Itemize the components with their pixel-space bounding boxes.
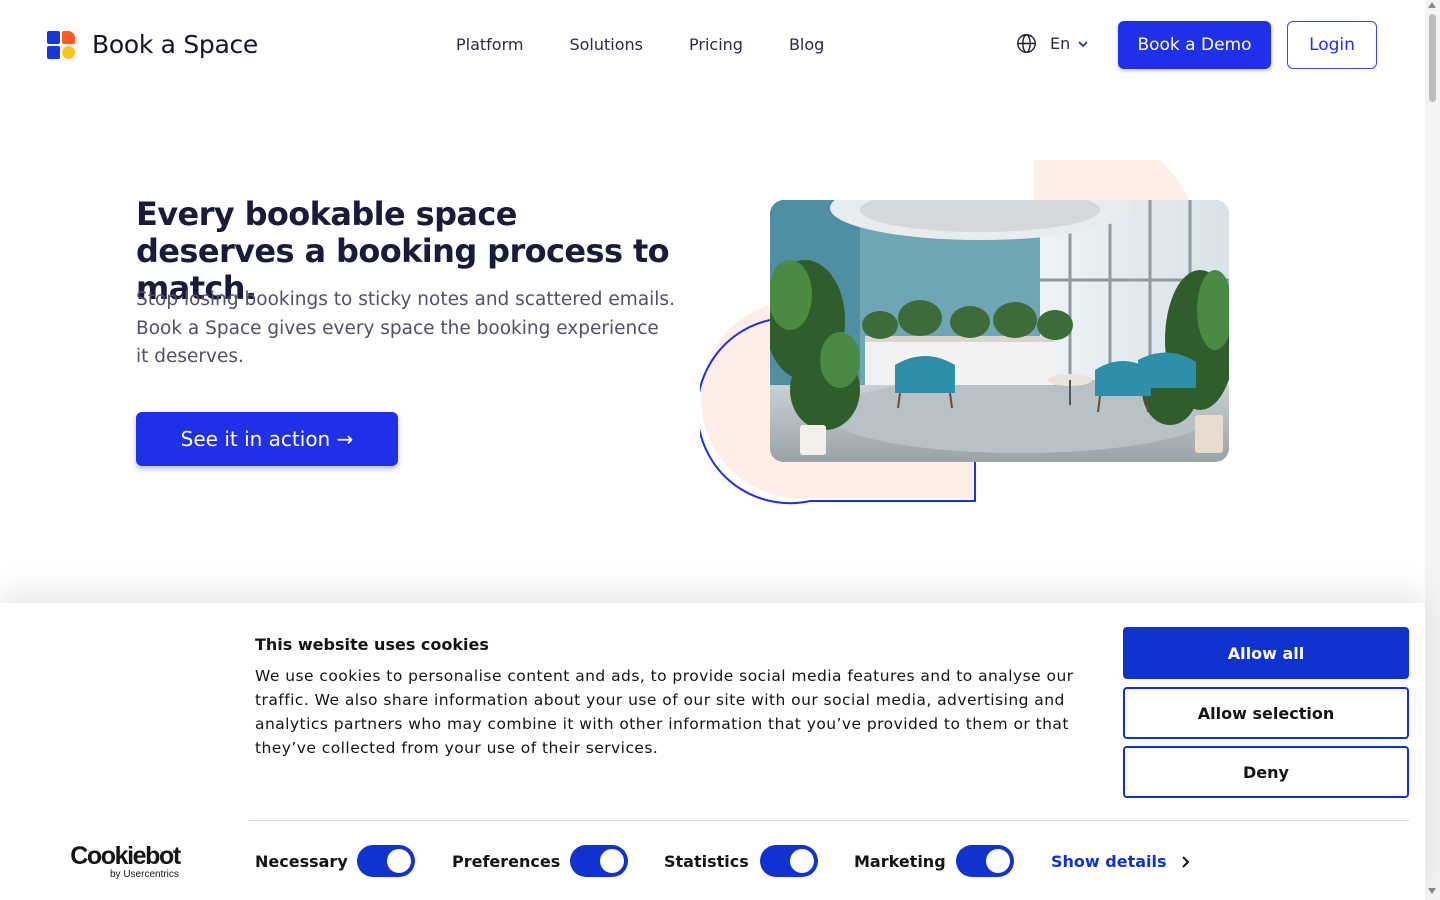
hero-subtitle: Stop losing bookings to sticky notes and… xyxy=(136,289,675,367)
main-nav: Platform Solutions Pricing Blog xyxy=(456,35,870,54)
chevron-right-icon xyxy=(1181,855,1189,868)
toggle-label-statistics: Statistics xyxy=(664,852,749,871)
toggle-label-necessary: Necessary xyxy=(255,852,348,871)
toggle-marketing[interactable] xyxy=(956,845,1014,877)
scrollbar-thumb[interactable] xyxy=(1429,14,1436,102)
scroll-down-arrow-icon[interactable] xyxy=(1428,888,1436,894)
allow-selection-button[interactable]: Allow selection xyxy=(1123,687,1409,739)
toggle-knob xyxy=(600,849,624,873)
language-label: En xyxy=(1050,34,1071,53)
cookie-banner: This website uses cookies We use cookies… xyxy=(0,603,1425,900)
cookie-body: We use cookies to personalise content an… xyxy=(255,667,1074,757)
cookiebot-brand: Cookiebot xyxy=(70,842,181,870)
cookiebot-logo: Cookiebot by Usercentrics xyxy=(70,842,181,880)
nav-platform[interactable]: Platform xyxy=(456,35,523,54)
logo-text: Book a Space xyxy=(92,30,259,59)
allow-all-button[interactable]: Allow all xyxy=(1123,627,1409,679)
toggle-knob xyxy=(790,849,814,873)
cookiebot-brand-sub: by Usercentrics xyxy=(110,869,179,880)
nav-pricing[interactable]: Pricing xyxy=(689,35,743,54)
show-details-link[interactable]: Show details xyxy=(1051,852,1191,871)
toggle-label-preferences: Preferences xyxy=(452,852,561,871)
toggle-knob xyxy=(387,849,411,873)
scroll-up-arrow-icon[interactable] xyxy=(1428,2,1436,8)
toggle-label-marketing: Marketing xyxy=(854,852,946,871)
toggle-necessary[interactable] xyxy=(357,845,415,877)
book-demo-button[interactable]: Book a Demo xyxy=(1118,21,1271,69)
toggle-preferences[interactable] xyxy=(570,845,628,877)
nav-blog[interactable]: Blog xyxy=(789,35,824,54)
toggle-knob xyxy=(986,849,1010,873)
hero-office-image xyxy=(770,200,1229,462)
cookie-title: This website uses cookies xyxy=(255,635,489,654)
language-selector[interactable]: En xyxy=(1016,33,1089,54)
logo-mark-icon xyxy=(47,30,77,59)
cookie-divider xyxy=(249,820,1409,821)
globe-icon xyxy=(1017,34,1036,53)
chevron-down-icon xyxy=(1078,40,1088,47)
page-scrollbar[interactable] xyxy=(1425,0,1440,900)
site-header: Book a Space Platform Solutions Pricing … xyxy=(0,0,1425,90)
deny-button[interactable]: Deny xyxy=(1123,746,1409,798)
show-details-label: Show details xyxy=(1051,852,1167,871)
see-in-action-button[interactable]: See it in action → xyxy=(136,412,398,466)
login-button[interactable]: Login xyxy=(1287,21,1377,69)
nav-solutions[interactable]: Solutions xyxy=(569,35,643,54)
logo[interactable]: Book a Space xyxy=(47,30,258,59)
toggle-statistics[interactable] xyxy=(760,845,818,877)
